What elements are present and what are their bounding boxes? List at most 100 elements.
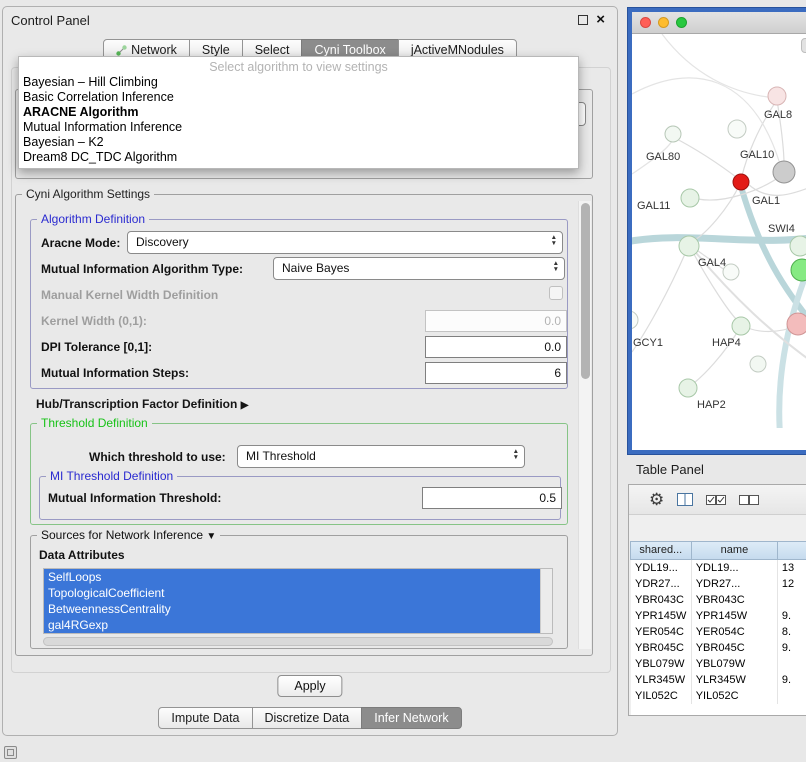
attribute-item-selfloops[interactable]: SelfLoops bbox=[44, 569, 540, 585]
mi-threshold-label: Mutual Information Threshold: bbox=[48, 491, 221, 505]
network-node[interactable] bbox=[787, 313, 806, 335]
apply-button[interactable]: Apply bbox=[277, 675, 342, 697]
network-node-label: SWI4 bbox=[768, 223, 795, 235]
mi-type-label: Mutual Information Algorithm Type: bbox=[41, 262, 243, 276]
algorithm-dropdown: Select algorithm to view settings Bayesi… bbox=[18, 56, 579, 169]
network-node-gcy1[interactable] bbox=[632, 311, 638, 329]
table-panel-title: Table Panel bbox=[636, 462, 704, 477]
table-row[interactable]: YPR145WYPR145W9. bbox=[631, 608, 806, 624]
sources-group: Sources for Network Inference ▼ Data Att… bbox=[30, 535, 568, 649]
network-node-label: GAL1 bbox=[752, 195, 780, 207]
close-window-icon[interactable] bbox=[640, 17, 651, 28]
which-threshold-label: Which threshold to use: bbox=[89, 450, 226, 464]
control-panel-window: Control Panel × NetworkStyleSelectCyni T… bbox=[2, 6, 618, 736]
sources-title[interactable]: Sources for Network Inference ▼ bbox=[37, 528, 220, 542]
table-cell: YLR345W bbox=[631, 672, 692, 688]
settings-scrollbar-thumb[interactable] bbox=[581, 203, 590, 379]
dropdown-item-aracne-algorithm[interactable]: ARACNE Algorithm bbox=[19, 105, 578, 120]
network-node[interactable] bbox=[723, 264, 739, 280]
mi-threshold-field[interactable]: 0.5 bbox=[422, 487, 562, 509]
attribute-item-gal4rgexp[interactable]: gal4RGexp bbox=[44, 617, 540, 633]
float-panel-icon[interactable] bbox=[578, 15, 588, 25]
network-node[interactable] bbox=[791, 259, 806, 281]
tab-label: Impute Data bbox=[171, 711, 239, 725]
network-edge bbox=[748, 184, 806, 195]
network-node-label: GAL8 bbox=[764, 109, 792, 121]
gear-icon[interactable]: ⚙ bbox=[649, 491, 664, 508]
table-cell: 9. bbox=[778, 640, 806, 656]
table-cell: YIL052C bbox=[692, 688, 778, 704]
data-attributes-label: Data Attributes bbox=[39, 548, 125, 562]
tab-discretize-data[interactable]: Discretize Data bbox=[252, 707, 363, 729]
cyni-algorithm-settings-group: Cyni Algorithm Settings Algorithm Defini… bbox=[15, 194, 593, 656]
kernel-width-label: Kernel Width (0,1): bbox=[41, 314, 147, 328]
table-row[interactable]: YDR27...YDR27...12 bbox=[631, 576, 806, 592]
dropdown-item-basic-correlation-inference[interactable]: Basic Correlation Inference bbox=[19, 90, 578, 105]
mi-steps-label: Mutual Information Steps: bbox=[41, 366, 189, 380]
table-row[interactable]: YBR045CYBR045C9. bbox=[631, 640, 806, 656]
network-node-hap2[interactable] bbox=[679, 379, 697, 397]
network-node-gal10[interactable] bbox=[773, 161, 795, 183]
list-scrollbar[interactable] bbox=[540, 569, 552, 633]
table-cell: YER054C bbox=[631, 624, 692, 640]
cyni-settings-title: Cyni Algorithm Settings bbox=[22, 187, 154, 201]
table-row[interactable]: YDL19...YDL19...13 bbox=[631, 560, 806, 576]
dropdown-item-mutual-information-inference[interactable]: Mutual Information Inference bbox=[19, 120, 578, 135]
aracne-mode-combo[interactable]: Discovery ▲▼ bbox=[127, 231, 563, 254]
network-node-swi4[interactable] bbox=[790, 236, 806, 256]
network-node-gal8[interactable] bbox=[768, 87, 786, 105]
network-node-gal1[interactable] bbox=[733, 174, 749, 190]
table-cell: 8. bbox=[778, 624, 806, 640]
dropdown-item-dream8-dc-tdc-algorithm[interactable]: Dream8 DC_TDC Algorithm bbox=[19, 150, 578, 165]
columns-icon[interactable] bbox=[677, 493, 693, 506]
zoom-window-icon[interactable] bbox=[676, 17, 687, 28]
mi-algorithm-type-combo[interactable]: Naive Bayes ▲▼ bbox=[273, 257, 565, 280]
close-panel-icon[interactable]: × bbox=[596, 15, 605, 25]
minimize-window-icon[interactable] bbox=[658, 17, 669, 28]
clear-checkboxes-icon[interactable] bbox=[739, 495, 759, 505]
aracne-mode-value: Discovery bbox=[136, 235, 189, 249]
network-icon bbox=[116, 45, 127, 56]
table-row[interactable]: YLR345WYLR345W9. bbox=[631, 672, 806, 688]
select-all-checkboxes-icon[interactable] bbox=[706, 495, 726, 505]
canvas-scrollbar[interactable] bbox=[801, 38, 806, 53]
control-panel-title: Control Panel bbox=[11, 13, 90, 28]
list-horizontal-scrollbar[interactable] bbox=[43, 637, 553, 646]
tab-impute-data[interactable]: Impute Data bbox=[158, 707, 252, 729]
network-node-hap4[interactable] bbox=[732, 317, 750, 335]
table-row[interactable]: YER054CYER054C8. bbox=[631, 624, 806, 640]
column-header-name[interactable]: name bbox=[691, 541, 779, 560]
dropdown-item-bayesian-k2[interactable]: Bayesian – K2 bbox=[19, 135, 578, 150]
table-cell: YBL079W bbox=[631, 656, 692, 672]
network-node-label: GAL11 bbox=[637, 200, 670, 212]
collapse-down-icon: ▼ bbox=[206, 531, 216, 542]
network-canvas[interactable]: GAL8GAL80GAL10GAL1GAL11SWI4GAL4HAP4GCY1H… bbox=[632, 34, 806, 428]
attribute-item-betweennesscentrality[interactable]: BetweennessCentrality bbox=[44, 601, 540, 617]
tab-label: jActiveMNodules bbox=[411, 43, 504, 57]
column-header-shared[interactable]: shared... bbox=[630, 541, 692, 560]
network-node[interactable] bbox=[750, 356, 766, 372]
column-header-extra[interactable] bbox=[777, 541, 806, 560]
which-threshold-combo[interactable]: MI Threshold ▲▼ bbox=[237, 445, 525, 468]
table-row[interactable]: YBL079WYBL079W bbox=[631, 656, 806, 672]
panel-dock-icon[interactable] bbox=[4, 746, 17, 759]
tab-infer-network[interactable]: Infer Network bbox=[361, 707, 461, 729]
table-row[interactable]: YBR043CYBR043C bbox=[631, 592, 806, 608]
network-node-gal80[interactable] bbox=[665, 126, 681, 142]
attribute-item-topologicalcoefficient[interactable]: TopologicalCoefficient bbox=[44, 585, 540, 601]
data-attributes-list: SelfLoopsTopologicalCoefficientBetweenne… bbox=[43, 568, 553, 634]
combo-arrows-icon: ▲▼ bbox=[553, 261, 559, 273]
control-panel-titlebar: Control Panel × bbox=[3, 7, 617, 33]
network-node-gal4[interactable] bbox=[679, 236, 699, 256]
network-node[interactable] bbox=[728, 120, 746, 138]
network-node-label: GAL10 bbox=[740, 149, 774, 161]
tab-label: Network bbox=[131, 43, 177, 57]
dropdown-item-bayesian-hill-climbing[interactable]: Bayesian – Hill Climbing bbox=[19, 75, 578, 90]
mi-steps-field[interactable]: 6 bbox=[425, 362, 567, 384]
dpi-tolerance-field[interactable]: 0.0 bbox=[425, 336, 567, 358]
combo-arrows-icon: ▲▼ bbox=[551, 235, 557, 247]
network-node-gal11[interactable] bbox=[681, 189, 699, 207]
hub-tf-definition-toggle[interactable]: Hub/Transcription Factor Definition ▶ bbox=[36, 397, 248, 411]
table-row[interactable]: YIL052CYIL052C bbox=[631, 688, 806, 704]
collapse-right-icon: ▶ bbox=[241, 400, 249, 411]
